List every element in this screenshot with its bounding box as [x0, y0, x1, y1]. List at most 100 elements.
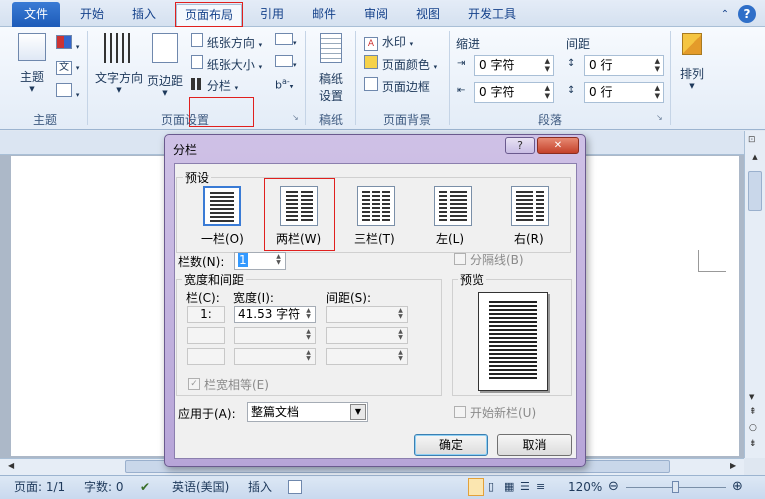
preset-right-label[interactable]: 右(R) [514, 230, 544, 247]
page-borders-button[interactable]: 页面边框 [364, 77, 430, 95]
page-borders-icon [364, 77, 378, 91]
tab-home[interactable]: 开始 [72, 4, 112, 27]
group-separator [670, 31, 671, 125]
theme-fonts-icon[interactable]: 文 ▾ [56, 59, 79, 75]
orientation-button[interactable]: 纸张方向 ▾ [191, 33, 262, 51]
previous-page-icon[interactable]: ⇞ [749, 407, 757, 417]
zoom-in-icon[interactable]: ⊕ [732, 476, 743, 498]
tab-references[interactable]: 引用 [252, 4, 292, 27]
preset-one-column-label[interactable]: 一栏(O) [201, 230, 244, 247]
full-screen-view-icon[interactable]: ▯ [488, 476, 494, 498]
print-layout-view-icon[interactable] [468, 478, 484, 496]
line-numbers-icon[interactable]: ▾ [275, 55, 297, 70]
scroll-down-icon[interactable]: ▼ [749, 393, 754, 401]
size-icon [191, 55, 203, 69]
page-color-button[interactable]: 页面颜色 ▾ [364, 55, 437, 73]
text-direction-button[interactable]: 文字方向 ▼ [94, 33, 144, 94]
watermark-button[interactable]: A 水印 ▾ [364, 33, 413, 51]
preset-left[interactable] [434, 186, 472, 226]
margin-corner-mark [698, 250, 726, 272]
columns-button[interactable]: 分栏 ▾ [191, 77, 238, 94]
margins-icon [152, 33, 178, 63]
column-number-1: 1: [187, 306, 225, 323]
next-page-icon[interactable]: ⇟ [749, 439, 757, 449]
vertical-scrollbar[interactable]: ⊡ ▲ ▼ ⇞ ○ ⇟ [744, 131, 765, 458]
language-status[interactable]: 英语(美国) [172, 476, 229, 498]
close-button[interactable]: ✕ [537, 137, 579, 154]
cancel-button[interactable]: 取消 [497, 434, 572, 456]
scroll-up-icon[interactable]: ▲ [749, 153, 761, 163]
column-number-2 [187, 327, 225, 344]
help-button[interactable]: ? [505, 137, 535, 154]
page-count[interactable]: 页面: 1/1 [14, 476, 65, 498]
themes-button[interactable]: 主题 ▼ [14, 33, 50, 93]
breaks-icon[interactable]: ▾ [275, 33, 297, 48]
theme-colors-icon[interactable]: ▾ [56, 35, 79, 52]
spacing-after-input[interactable]: 0 行 ▲ ▼ [584, 82, 664, 103]
preset-three-columns[interactable] [357, 186, 395, 226]
arrange-icon [682, 33, 702, 55]
group-separator [355, 31, 356, 125]
ruler-toggle-icon[interactable]: ⊡ [748, 135, 762, 147]
preset-two-columns-label[interactable]: 两栏(W) [276, 230, 321, 247]
indent-right-input[interactable]: 0 字符 ▲ ▼ [474, 82, 554, 103]
tab-developer[interactable]: 开发工具 [460, 4, 524, 27]
outline-view-icon[interactable]: ☰ [520, 476, 530, 498]
column-width-input-1[interactable]: 41.53 字符 ▲ ▼ [234, 306, 316, 323]
new-column-checkbox[interactable] [454, 406, 466, 418]
line-between-checkbox[interactable] [454, 253, 466, 265]
zoom-slider-thumb[interactable] [672, 481, 679, 493]
preset-right[interactable] [511, 186, 549, 226]
insert-mode[interactable]: 插入 [248, 476, 272, 498]
help-icon[interactable]: ? [738, 5, 756, 23]
chevron-down-icon[interactable]: ▼ [350, 404, 366, 420]
group-label-theme: 主题 [32, 113, 57, 127]
num-columns-input[interactable]: 1 ▲ ▼ [234, 252, 286, 270]
spacing-before-icon: ↕ [567, 58, 576, 69]
column-spacing-input-2: ▲ ▼ [326, 327, 408, 344]
column-spacing-input-3: ▲ ▼ [326, 348, 408, 365]
zoom-level[interactable]: 120% [568, 476, 602, 498]
zoom-out-icon[interactable]: ⊖ [608, 476, 619, 498]
arrange-button[interactable]: 排列 ▼ [676, 33, 708, 90]
apply-to-select[interactable]: 整篇文档 ▼ [247, 402, 368, 422]
dialog-launcher-icon[interactable]: ↘ [656, 113, 663, 122]
web-layout-view-icon[interactable]: ▦ [504, 476, 514, 498]
draft-view-icon[interactable]: ≡ [536, 476, 545, 498]
tab-review[interactable]: 审阅 [356, 4, 396, 27]
preset-left-label[interactable]: 左(L) [436, 230, 464, 247]
group-label-draft: 稿纸 [318, 113, 343, 127]
margins-button[interactable]: 页边距 ▼ [147, 33, 183, 97]
dialog-launcher-icon[interactable]: ↘ [292, 113, 299, 122]
columns-icon [191, 78, 203, 90]
tab-view[interactable]: 视图 [408, 4, 448, 27]
hyphenation-icon[interactable]: ba-▾ [275, 77, 293, 92]
minimize-ribbon-icon[interactable]: ⌃ [718, 4, 732, 27]
tab-insert[interactable]: 插入 [124, 4, 164, 27]
preset-one-column[interactable] [203, 186, 241, 226]
draft-paper-button[interactable]: 稿纸 设置 [314, 33, 348, 104]
theme-effects-icon[interactable]: ▾ [56, 83, 79, 100]
word-count[interactable]: 字数: 0 [84, 476, 124, 498]
draft-paper-icon [320, 33, 342, 63]
equal-width-label: 栏宽相等(E) [204, 378, 269, 392]
size-button[interactable]: 纸张大小 ▾ [191, 55, 262, 73]
proofing-icon[interactable]: ✔ [140, 476, 150, 498]
indent-left-input[interactable]: 0 字符 ▲ ▼ [474, 55, 554, 76]
vertical-scroll-thumb[interactable] [748, 171, 762, 211]
scroll-left-icon[interactable]: ◀ [8, 461, 14, 470]
scroll-right-icon[interactable]: ▶ [730, 461, 736, 470]
tab-file[interactable]: 文件 [12, 2, 60, 27]
orientation-icon [191, 33, 203, 47]
macro-record-icon[interactable] [288, 480, 302, 494]
ok-button[interactable]: 确定 [414, 434, 488, 456]
indent-label: 缩进 [456, 37, 481, 51]
browse-object-icon[interactable]: ○ [749, 423, 757, 433]
preset-two-columns[interactable] [280, 186, 318, 226]
col-header: 栏(C): [186, 291, 220, 305]
text-direction-icon [104, 33, 134, 63]
preset-three-columns-label[interactable]: 三栏(T) [354, 230, 395, 247]
spacing-before-input[interactable]: 0 行 ▲ ▼ [584, 55, 664, 76]
tab-mailings[interactable]: 邮件 [304, 4, 344, 27]
indent-left-icon: ⇥ [457, 58, 466, 69]
